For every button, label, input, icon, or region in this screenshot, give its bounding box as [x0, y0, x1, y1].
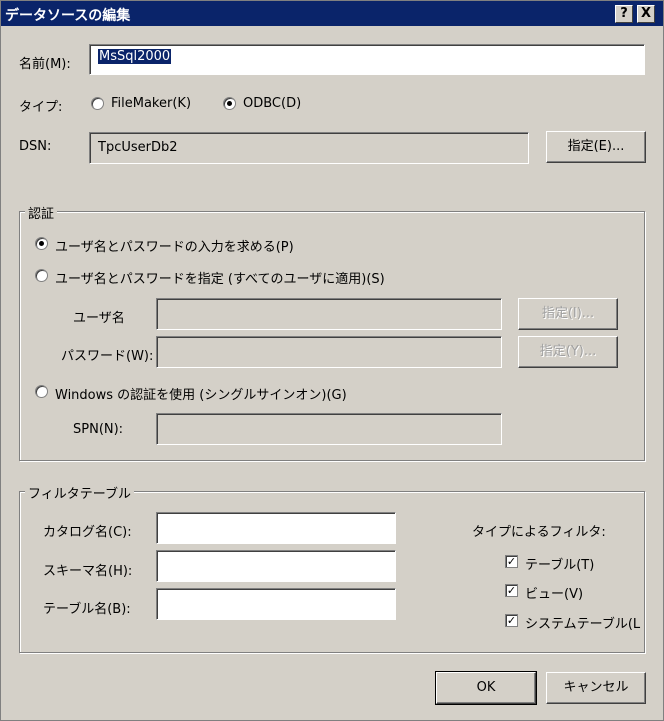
- name-input[interactable]: MsSql2000: [89, 44, 645, 75]
- title-bar: データソースの編集 ? X: [1, 1, 663, 26]
- dsn-field: TpcUserDb2: [89, 132, 529, 164]
- password-label: パスワード(W):: [61, 349, 154, 364]
- name-label: 名前(M):: [19, 57, 71, 72]
- dialog-title: データソースの編集: [5, 8, 131, 24]
- auth-prompt-label[interactable]: ユーザ名とパスワードの入力を求める(P): [55, 236, 294, 255]
- type-filemaker-label[interactable]: FileMaker(K): [111, 96, 191, 111]
- catalog-input[interactable]: [156, 512, 396, 544]
- catalog-label: カタログ名(C):: [43, 525, 132, 540]
- dsn-label: DSN:: [19, 139, 52, 154]
- type-filemaker-radio[interactable]: [91, 97, 104, 110]
- chk-view-label[interactable]: ビュー(V): [525, 583, 583, 602]
- edit-datasource-dialog: データソースの編集 ? X 名前(M): MsSql2000 タイプ: File…: [0, 0, 664, 721]
- password-field: [156, 336, 502, 368]
- auth-specify-label[interactable]: ユーザ名とパスワードを指定 (すべてのユーザに適用)(S): [55, 268, 385, 287]
- chk-table-label[interactable]: テーブル(T): [525, 554, 594, 573]
- schema-input[interactable]: [156, 550, 396, 582]
- filter-group-title: フィルタテーブル: [25, 483, 134, 502]
- auth-specify-radio[interactable]: [35, 269, 48, 282]
- type-label: タイプ:: [19, 100, 63, 115]
- user-field: [156, 298, 502, 330]
- type-filter-label: タイプによるフィルタ:: [472, 525, 606, 540]
- type-odbc-radio[interactable]: [223, 97, 236, 110]
- chk-system-checkbox[interactable]: ✓: [505, 614, 518, 627]
- dsn-value: TpcUserDb2: [98, 140, 178, 155]
- auth-prompt-radio[interactable]: [35, 237, 48, 250]
- dsn-specify-button[interactable]: 指定(E)...: [546, 131, 646, 163]
- ok-button[interactable]: OK: [435, 671, 537, 705]
- chk-view-checkbox[interactable]: ✓: [505, 584, 518, 597]
- auth-group-title: 認証: [25, 203, 58, 222]
- user-label: ユーザ名: [73, 311, 125, 326]
- table-name-input[interactable]: [156, 588, 396, 620]
- help-button[interactable]: ?: [615, 5, 633, 23]
- table-name-label: テーブル名(B):: [43, 602, 131, 617]
- auth-windows-label[interactable]: Windows の認証を使用 (シングルサインオン)(G): [55, 384, 347, 403]
- type-odbc-label[interactable]: ODBC(D): [243, 96, 301, 111]
- password-specify-button[interactable]: 指定(Y)...: [518, 336, 618, 368]
- chk-system-label[interactable]: システムテーブル(L: [525, 613, 640, 632]
- spn-label: SPN(N):: [73, 422, 124, 437]
- name-value: MsSql2000: [98, 49, 172, 64]
- spn-field: [156, 413, 502, 445]
- user-specify-button[interactable]: 指定(I)...: [518, 298, 618, 330]
- auth-windows-radio[interactable]: [35, 385, 48, 398]
- chk-table-checkbox[interactable]: ✓: [505, 555, 518, 568]
- schema-label: スキーマ名(H):: [43, 564, 133, 579]
- close-button[interactable]: X: [637, 5, 655, 23]
- cancel-button[interactable]: キャンセル: [546, 672, 646, 704]
